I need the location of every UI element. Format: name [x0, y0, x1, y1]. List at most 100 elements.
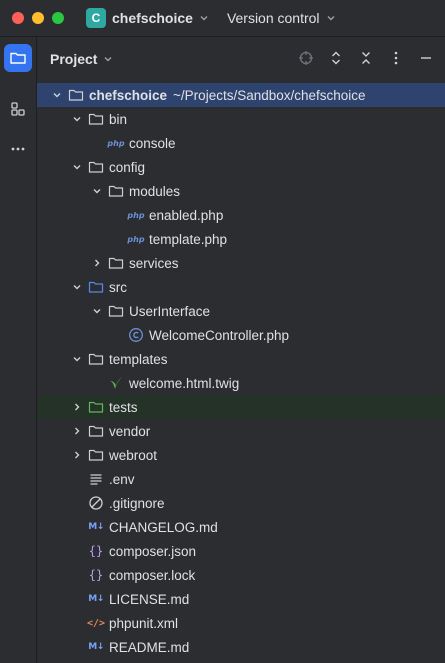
chevron-right-icon[interactable]	[70, 424, 84, 438]
tree-row-templates[interactable]: templates	[37, 347, 445, 371]
folder-icon	[88, 447, 104, 463]
tree-row-src[interactable]: src	[37, 275, 445, 299]
chevron-down-icon[interactable]	[70, 280, 84, 294]
structure-tool-button[interactable]	[4, 95, 32, 123]
tree-row-webroot[interactable]: webroot	[37, 443, 445, 467]
tree-row-bin[interactable]: bin	[37, 107, 445, 131]
tree-row-welcome-twig[interactable]: welcome.html.twig	[37, 371, 445, 395]
collapse-all-icon[interactable]	[357, 49, 375, 67]
project-tool-button[interactable]	[4, 44, 32, 72]
tree-label: config	[109, 159, 146, 175]
tree-label: WelcomeController.php	[149, 327, 290, 343]
folder-icon	[10, 52, 26, 64]
tree-label: CHANGELOG.md	[109, 519, 218, 535]
tree-label: welcome.html.twig	[129, 375, 240, 391]
folder-icon	[88, 423, 104, 439]
more-horizontal-icon	[11, 147, 25, 151]
chevron-down-icon[interactable]	[70, 352, 84, 366]
chevron-down-icon[interactable]	[103, 54, 113, 64]
tree-label: template.php	[149, 231, 228, 247]
folder-icon	[88, 159, 104, 175]
tree-row-root[interactable]: chefschoice ~/Projects/Sandbox/chefschoi…	[37, 83, 445, 107]
twig-file-icon	[108, 375, 124, 391]
tree-row-config[interactable]: config	[37, 155, 445, 179]
tree-label: .env	[109, 471, 135, 487]
test-folder-icon	[88, 399, 104, 415]
tree-label: webroot	[109, 447, 158, 463]
folder-icon	[108, 255, 124, 271]
tree-label: composer.json	[109, 543, 197, 559]
tree-label: composer.lock	[109, 567, 196, 583]
php-file-icon: php	[127, 234, 145, 244]
expand-all-icon[interactable]	[327, 49, 345, 67]
text-file-icon	[88, 471, 104, 487]
structure-icon	[11, 102, 25, 116]
ignore-file-icon	[88, 495, 104, 511]
close-window-button[interactable]	[12, 12, 24, 24]
tree-row-readme[interactable]: M↓ README.md	[37, 635, 445, 659]
folder-icon	[88, 351, 104, 367]
tree-row-modules[interactable]: modules	[37, 179, 445, 203]
zoom-window-button[interactable]	[52, 12, 64, 24]
project-name-dropdown[interactable]: chefschoice	[112, 10, 193, 26]
tree-row-env[interactable]: .env	[37, 467, 445, 491]
tree-row-composer-lock[interactable]: {} composer.lock	[37, 563, 445, 587]
options-icon[interactable]	[387, 49, 405, 67]
folder-icon	[68, 87, 84, 103]
chevron-down-icon[interactable]	[70, 112, 84, 126]
tree-label: bin	[109, 111, 128, 127]
tree-label: .gitignore	[109, 495, 165, 511]
tree-row-vendor[interactable]: vendor	[37, 419, 445, 443]
markdown-file-icon: M↓	[88, 522, 104, 532]
tree-row-enabled-php[interactable]: php enabled.php	[37, 203, 445, 227]
tool-window-strip	[0, 37, 37, 663]
chevron-right-icon[interactable]	[70, 400, 84, 414]
tree-row-phpunit[interactable]: </> phpunit.xml	[37, 611, 445, 635]
markdown-file-icon: M↓	[88, 642, 104, 652]
php-file-icon: php	[107, 138, 125, 148]
chevron-down-icon[interactable]	[50, 88, 64, 102]
tree-row-changelog[interactable]: M↓ CHANGELOG.md	[37, 515, 445, 539]
tree-row-welcomecontroller[interactable]: WelcomeController.php	[37, 323, 445, 347]
tree-root-path: ~/Projects/Sandbox/chefschoice	[173, 87, 366, 103]
tree-label: phpunit.xml	[109, 615, 179, 631]
markdown-file-icon: M↓	[88, 594, 104, 604]
panel-title[interactable]: Project	[50, 51, 97, 67]
chevron-down-icon[interactable]	[326, 13, 336, 23]
tree-row-userinterface[interactable]: UserInterface	[37, 299, 445, 323]
folder-icon	[108, 183, 124, 199]
more-tools-button[interactable]	[4, 135, 32, 163]
source-folder-icon	[88, 279, 104, 295]
tree-row-services[interactable]: services	[37, 251, 445, 275]
window-controls	[12, 12, 64, 24]
hide-panel-icon[interactable]	[417, 49, 435, 67]
panel-header: Project	[37, 37, 445, 81]
php-file-icon: php	[127, 210, 145, 220]
tree-row-license[interactable]: M↓ LICENSE.md	[37, 587, 445, 611]
project-panel: Project chefschoice ~/Projects/Sandbox/c…	[37, 37, 445, 663]
tree-row-console[interactable]: php console	[37, 131, 445, 155]
tree-label: src	[109, 279, 127, 295]
tree-label: README.md	[109, 639, 190, 655]
tree-row-template-php[interactable]: php template.php	[37, 227, 445, 251]
project-badge-icon[interactable]: C	[86, 8, 106, 28]
tree-row-composer-json[interactable]: {} composer.json	[37, 539, 445, 563]
chevron-down-icon[interactable]	[90, 304, 104, 318]
minimize-window-button[interactable]	[32, 12, 44, 24]
tree-label: enabled.php	[149, 207, 224, 223]
tree-row-tests[interactable]: tests	[37, 395, 445, 419]
tree-label: tests	[109, 399, 138, 415]
tree-label: console	[129, 135, 176, 151]
locate-icon[interactable]	[297, 49, 315, 67]
chevron-right-icon[interactable]	[90, 256, 104, 270]
version-control-dropdown[interactable]: Version control	[227, 10, 320, 26]
tree-row-gitignore[interactable]: .gitignore	[37, 491, 445, 515]
chevron-down-icon[interactable]	[70, 160, 84, 174]
xml-file-icon: </>	[86, 617, 106, 629]
chevron-right-icon[interactable]	[70, 448, 84, 462]
tree-label: LICENSE.md	[109, 591, 190, 607]
folder-icon	[108, 303, 124, 319]
chevron-down-icon[interactable]	[199, 13, 209, 23]
tree-label: templates	[109, 351, 168, 367]
chevron-down-icon[interactable]	[90, 184, 104, 198]
